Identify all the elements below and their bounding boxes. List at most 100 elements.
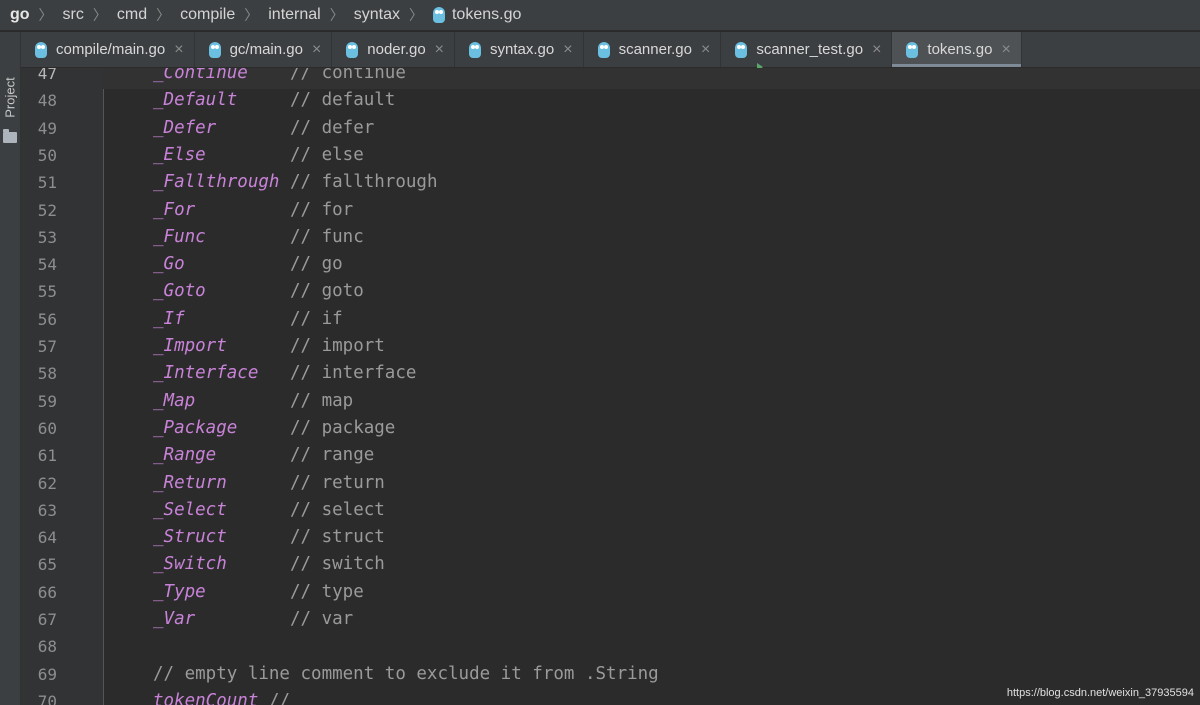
code-comment: // goto [289, 281, 364, 302]
breadcrumb-item-syntax[interactable]: syntax 〉 [354, 5, 433, 25]
code-line[interactable]: 47 _Continue // continue [21, 68, 1200, 87]
code-line[interactable]: 57 _Import // import [21, 333, 1200, 360]
code-text: _Range // range [153, 442, 374, 469]
code-text: _Return // return [153, 470, 385, 497]
project-tool-button[interactable]: Project [0, 70, 20, 150]
close-icon[interactable]: × [435, 41, 444, 59]
code-comment: // package [289, 417, 396, 438]
code-line[interactable]: 67 _Var // var [21, 606, 1200, 633]
code-text: // empty line comment to exclude it from… [153, 661, 659, 688]
code-line[interactable]: 65 _Switch // switch [21, 551, 1200, 578]
line-number: 65 [37, 555, 57, 575]
token-identifier: _Goto [153, 281, 206, 302]
breadcrumb-item-tokens-go[interactable]: tokens.go [432, 6, 522, 24]
code-editor[interactable]: 47 _Continue // continue 48 _Default // def… [21, 68, 1200, 705]
code-line[interactable]: 64 _Struct // struct [21, 524, 1200, 551]
breadcrumb-label: compile [180, 6, 236, 23]
code-line[interactable]: 51 _Fallthrough // fallthrough [21, 169, 1200, 196]
code-line[interactable]: 48 _Default // default [21, 87, 1200, 114]
code-line[interactable]: 61 _Range // range [21, 442, 1200, 469]
code-line[interactable]: 53 _Func // func [21, 224, 1200, 251]
line-number: 70 [37, 691, 57, 705]
code-comment: // func [289, 226, 364, 247]
code-comment: // switch [289, 554, 385, 575]
close-icon[interactable]: × [701, 41, 710, 59]
line-number: 68 [37, 637, 57, 657]
go-gopher-icon [469, 41, 482, 58]
token-identifier: _Import [153, 336, 227, 356]
tab-label: compile/main.go [56, 41, 166, 58]
code-line[interactable]: 58 _Interface // interface [21, 360, 1200, 387]
code-line[interactable]: 50 _Else // else [21, 142, 1200, 169]
code-line[interactable]: 63 _Select // select [21, 497, 1200, 524]
tab-tokens-go[interactable]: tokens.go × [892, 32, 1022, 67]
tab-gc-main-go[interactable]: gc/main.go × [195, 32, 333, 67]
alignment-space [195, 391, 290, 411]
token-identifier: _Default [153, 90, 238, 111]
code-comment: // empty line comment to exclude it from… [153, 663, 659, 684]
code-text: _Select // select [153, 497, 385, 524]
token-identifier: _Continue [153, 68, 248, 83]
chevron-right-icon: 〉 [408, 7, 423, 23]
line-number: 61 [37, 446, 57, 466]
folder-icon [3, 129, 17, 143]
line-number: 63 [37, 500, 57, 520]
tab-scanner-go[interactable]: scanner.go × [584, 32, 722, 67]
code-line[interactable]: 62 _Return // return [21, 470, 1200, 497]
tab-compile-main-go[interactable]: compile/main.go × [21, 32, 195, 67]
token-identifier: _Func [153, 226, 206, 247]
go-gopher-icon [346, 41, 359, 58]
code-line[interactable]: 56 _If // if [21, 306, 1200, 333]
line-number: 55 [37, 282, 57, 302]
alignment-space [195, 200, 290, 220]
code-text: _Func // func [153, 224, 364, 251]
alignment-space [258, 363, 290, 383]
code-line[interactable]: 55 _Goto // goto [21, 278, 1200, 305]
code-text: _Switch // switch [153, 551, 385, 578]
line-number: 67 [37, 610, 57, 629]
tab-syntax-go[interactable]: syntax.go × [455, 32, 584, 67]
go-test-gopher-icon [735, 41, 764, 71]
code-text: _Goto // goto [153, 278, 364, 305]
go-gopher-icon [432, 7, 445, 23]
line-number: 56 [37, 309, 57, 329]
tab-scanner-test-go[interactable]: scanner_test.go × [721, 32, 893, 71]
code-line[interactable]: 69 // empty line comment to exclude it fr… [21, 661, 1200, 688]
code-line[interactable]: 66 _Type // type [21, 579, 1200, 606]
breadcrumb-label: go [10, 6, 30, 23]
code-line[interactable]: 49 _Defer // defer [21, 115, 1200, 142]
code-text: _Default // default [153, 87, 395, 114]
code-comment: // var [289, 609, 354, 629]
breadcrumb-label: tokens.go [451, 6, 522, 23]
code-comment: // continue [289, 68, 406, 83]
close-icon[interactable]: × [872, 41, 881, 59]
code-line[interactable]: 54 _Go // go [21, 251, 1200, 278]
alignment-space [206, 281, 290, 301]
breadcrumb-label: cmd [116, 6, 148, 23]
code-text: _Struct // struct [153, 524, 385, 551]
code-comment: // [268, 690, 290, 705]
tab-noder-go[interactable]: noder.go × [332, 32, 456, 67]
code-line[interactable]: 59 _Map // map [21, 388, 1200, 415]
code-line[interactable]: 68 [21, 633, 1200, 660]
close-icon[interactable]: × [563, 41, 572, 59]
line-number: 51 [37, 173, 57, 193]
line-number: 50 [37, 145, 57, 165]
breadcrumb-item-go[interactable]: go 〉 [10, 5, 63, 25]
alignment-space [227, 336, 290, 356]
tab-label: gc/main.go [229, 41, 303, 58]
close-icon[interactable]: × [174, 41, 183, 59]
line-number: 66 [37, 582, 57, 602]
code-line[interactable]: 52 _For // for [21, 197, 1200, 224]
breadcrumb-item-internal[interactable]: internal 〉 [268, 5, 353, 25]
code-comment: // if [289, 308, 343, 329]
breadcrumb-item-cmd[interactable]: cmd 〉 [117, 5, 180, 25]
breadcrumb-item-compile[interactable]: compile 〉 [180, 5, 268, 25]
code-text: _If // if [153, 306, 343, 333]
alignment-space [227, 473, 290, 493]
code-text: _Type // type [153, 579, 364, 606]
breadcrumb-item-src[interactable]: src 〉 [63, 5, 117, 25]
close-icon[interactable]: × [1001, 41, 1010, 59]
code-line[interactable]: 60 _Package // package [21, 415, 1200, 442]
close-icon[interactable]: × [312, 41, 321, 59]
